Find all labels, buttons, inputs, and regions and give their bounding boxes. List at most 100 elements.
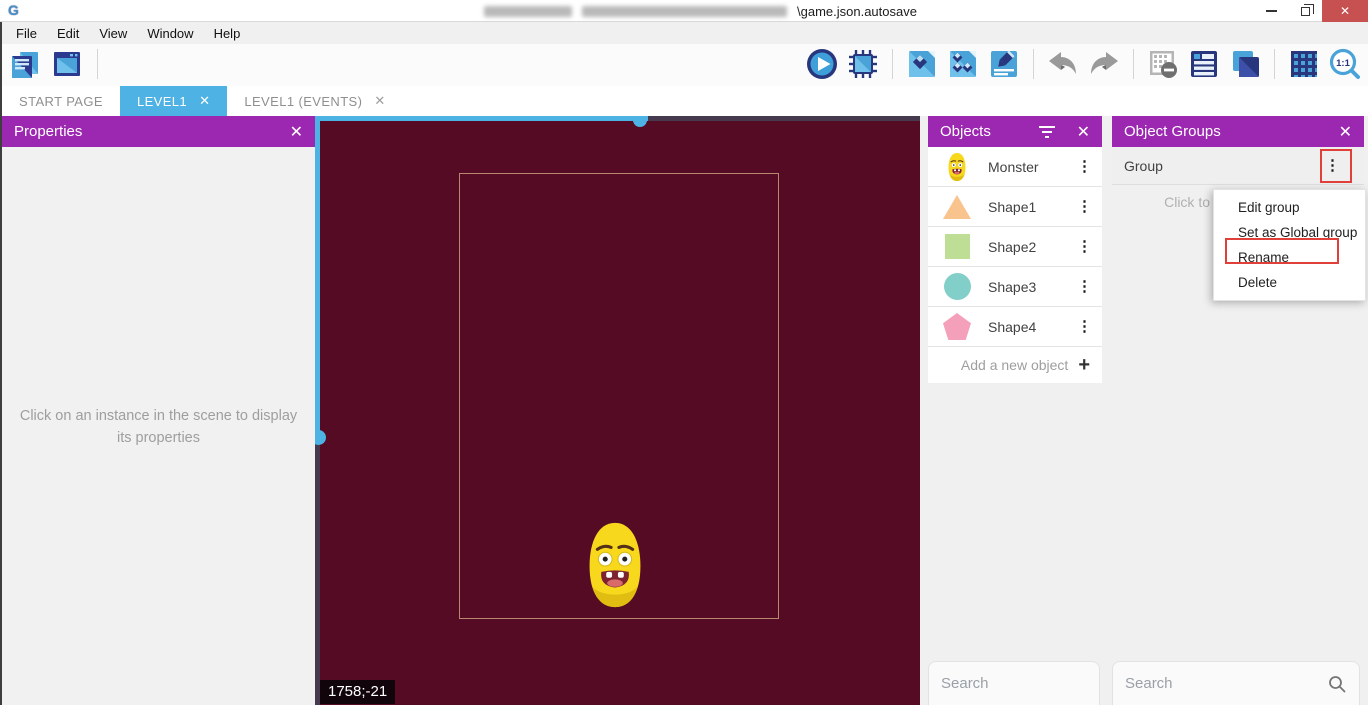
horizontal-scrollbar-handle[interactable] (633, 116, 647, 127)
window-title: \game.json.autosave (484, 4, 917, 19)
close-panel-icon[interactable]: ✕ (290, 122, 303, 142)
tab-bar: START PAGE LEVEL1 ✕ LEVEL1 (EVENTS) ✕ (2, 86, 1368, 116)
minimize-icon (1266, 10, 1277, 12)
add-new-object-label: Add a new object (961, 357, 1068, 373)
object-row-monster[interactable]: Monster ⋮ (928, 147, 1102, 187)
monster-instance[interactable] (580, 520, 650, 610)
window-title-text: \game.json.autosave (797, 4, 917, 19)
close-panel-icon[interactable]: ✕ (1077, 122, 1090, 142)
menu-help[interactable]: Help (204, 26, 251, 41)
app-logo-icon: G (8, 2, 19, 18)
cursor-coordinates: 1758;-21 (320, 680, 395, 704)
close-tab-icon[interactable]: ✕ (374, 93, 385, 109)
search-icon (1327, 674, 1347, 694)
object-row-shape4[interactable]: Shape4 ⋮ (928, 307, 1102, 347)
object-name: Monster (988, 159, 1077, 175)
menu-file[interactable]: File (6, 26, 47, 41)
horizontal-scrollbar[interactable] (315, 116, 648, 121)
menu-item-edit-group[interactable]: Edit group (1214, 195, 1365, 220)
object-menu-icon[interactable]: ⋮ (1077, 239, 1092, 254)
group-name: Group (1124, 158, 1325, 174)
vertical-scrollbar[interactable] (315, 116, 320, 438)
tab-level1-events[interactable]: LEVEL1 (EVENTS) ✕ (227, 86, 402, 116)
groups-search-box[interactable] (1112, 661, 1360, 705)
annotation-box-rename (1225, 238, 1339, 264)
teal-circle-icon (940, 273, 974, 300)
object-menu-icon[interactable]: ⋮ (1077, 159, 1092, 174)
plus-icon: + (1078, 355, 1090, 375)
tab-start-page[interactable]: START PAGE (2, 86, 120, 116)
toolbar: 1:1 (2, 44, 1368, 86)
add-object-icon[interactable] (905, 47, 939, 81)
restore-icon (1301, 7, 1310, 16)
object-menu-icon[interactable]: ⋮ (1077, 199, 1092, 214)
vertical-scrollbar-handle[interactable] (315, 430, 326, 445)
toggle-grid-icon[interactable] (1287, 47, 1321, 81)
project-manager-icon[interactable] (8, 47, 42, 81)
object-groups-panel: Object Groups ✕ Group ⋮ Click to Edit gr… (1104, 116, 1368, 705)
start-page-icon[interactable] (50, 47, 84, 81)
tab-label: LEVEL1 (EVENTS) (244, 94, 362, 109)
tab-level1[interactable]: LEVEL1 ✕ (120, 86, 227, 116)
minimize-button[interactable] (1254, 0, 1288, 22)
monster-sprite-icon (940, 152, 974, 182)
clear-instance-selection-icon[interactable] (1146, 47, 1180, 81)
close-button[interactable]: ✕ (1322, 0, 1368, 22)
close-panel-icon[interactable]: ✕ (1339, 122, 1352, 142)
layers-editor-icon[interactable] (1228, 47, 1262, 81)
restore-button[interactable] (1288, 0, 1322, 22)
toolbar-divider (892, 49, 893, 79)
toolbar-divider (1033, 49, 1034, 79)
window-left-border (0, 22, 2, 705)
pink-pentagon-icon (940, 313, 974, 340)
object-groups-panel-title: Object Groups (1124, 123, 1221, 140)
object-row-shape3[interactable]: Shape3 ⋮ (928, 267, 1102, 307)
green-square-icon (940, 234, 974, 259)
toolbar-divider (97, 49, 98, 79)
redacted-title-segment (484, 6, 572, 17)
zoom-1-1-icon[interactable]: 1:1 (1328, 47, 1362, 81)
object-menu-icon[interactable]: ⋮ (1077, 319, 1092, 334)
object-groups-panel-header: Object Groups ✕ (1112, 116, 1364, 147)
properties-panel: Properties ✕ Click on an instance in the… (2, 116, 315, 705)
redacted-path-segment (582, 6, 787, 17)
close-icon: ✕ (1340, 4, 1350, 18)
groups-search-input[interactable] (1125, 675, 1327, 692)
menu-edit[interactable]: Edit (47, 26, 89, 41)
object-menu-icon[interactable]: ⋮ (1077, 279, 1092, 294)
edit-scene-icon[interactable] (987, 47, 1021, 81)
toolbar-divider (1274, 49, 1275, 79)
menu-view[interactable]: View (89, 26, 137, 41)
annotation-box-kebab (1320, 149, 1352, 183)
object-name: Shape2 (988, 239, 1077, 255)
instances-list-icon[interactable] (1187, 47, 1221, 81)
title-bar: G \game.json.autosave ✕ (0, 0, 1368, 22)
tab-label: START PAGE (19, 94, 103, 109)
undo-icon[interactable] (1046, 47, 1080, 81)
preview-play-icon[interactable] (805, 47, 839, 81)
objects-editor-icon[interactable] (946, 47, 980, 81)
close-tab-icon[interactable]: ✕ (199, 93, 210, 109)
svg-text:1:1: 1:1 (1336, 58, 1350, 69)
object-name: Shape3 (988, 279, 1077, 295)
orange-triangle-icon (940, 195, 974, 219)
toolbar-divider (1133, 49, 1134, 79)
object-row-shape1[interactable]: Shape1 ⋮ (928, 187, 1102, 227)
tab-label: LEVEL1 (137, 94, 187, 109)
object-row-shape2[interactable]: Shape2 ⋮ (928, 227, 1102, 267)
scene-canvas[interactable]: 1758;-21 (315, 116, 920, 705)
properties-empty-message: Click on an instance in the scene to dis… (14, 405, 304, 450)
object-name: Shape4 (988, 319, 1077, 335)
partially-hidden-hint-text: Click to (1124, 194, 1210, 210)
add-new-object-button[interactable]: Add a new object + (928, 347, 1102, 383)
menu-window[interactable]: Window (137, 26, 203, 41)
redo-icon[interactable] (1087, 47, 1121, 81)
menu-bar: File Edit View Window Help (0, 22, 1368, 44)
filter-icon[interactable] (1039, 126, 1055, 138)
debugger-icon[interactable] (846, 47, 880, 81)
objects-panel: Objects ✕ Monster ⋮ Shape1 ⋮ Shape2 ⋮ Sh… (920, 116, 1104, 705)
properties-panel-title: Properties (14, 123, 82, 140)
menu-item-delete[interactable]: Delete (1214, 270, 1365, 295)
objects-panel-header: Objects ✕ (928, 116, 1102, 147)
objects-search-box[interactable] (928, 661, 1100, 705)
